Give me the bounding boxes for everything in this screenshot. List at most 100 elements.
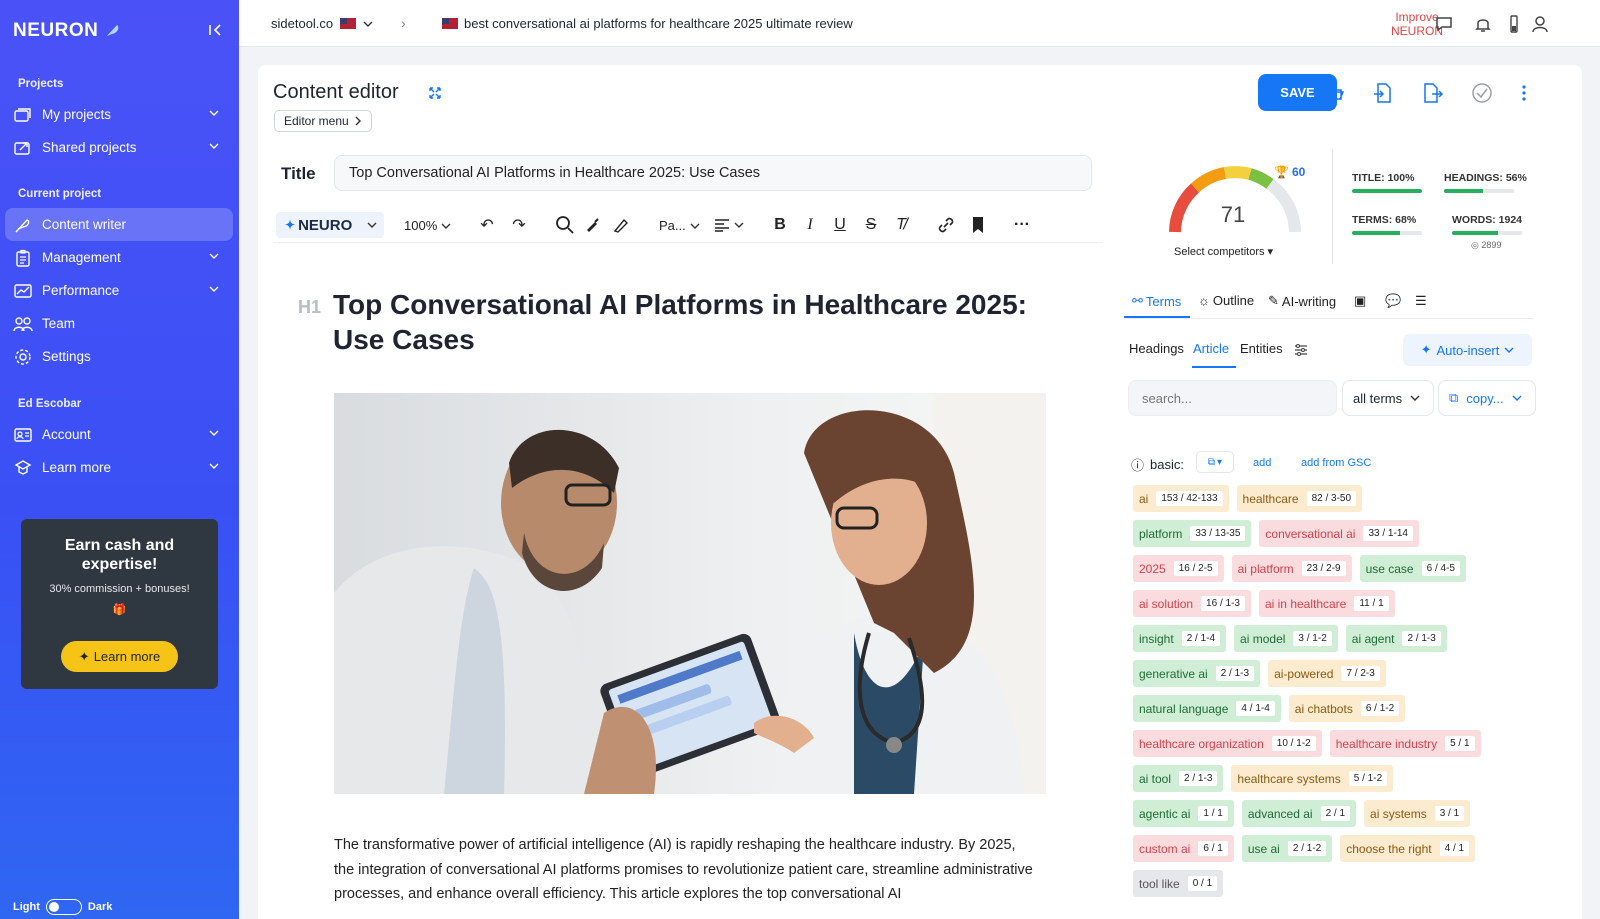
redo-icon[interactable]: ↷ <box>508 214 530 236</box>
term-chip[interactable]: ai platform 23 / 2-9 <box>1231 555 1352 582</box>
term-chip[interactable]: healthcare industry 5 / 1 <box>1329 730 1481 757</box>
auto-insert-button[interactable]: ✦ Auto-insert <box>1403 334 1532 366</box>
term-chip[interactable]: ai systems 3 / 1 <box>1364 800 1471 827</box>
import-file-icon[interactable] <box>1371 81 1395 105</box>
add-from-gsc-link[interactable]: add from GSC <box>1301 457 1371 469</box>
tab-ai-writing[interactable]: ✎ AI-writing <box>1268 293 1336 309</box>
search-icon[interactable] <box>554 214 576 236</box>
bell-icon[interactable] <box>1473 14 1493 34</box>
term-chip[interactable]: conversational ai 33 / 1-14 <box>1259 520 1419 547</box>
term-chip[interactable]: choose the right 4 / 1 <box>1340 835 1476 862</box>
term-chip[interactable]: ai model 3 / 1-2 <box>1234 625 1338 652</box>
tab-list[interactable]: ☰ <box>1415 293 1427 309</box>
check-circle-icon[interactable] <box>1470 81 1494 105</box>
open-folder-icon[interactable] <box>1321 81 1345 105</box>
add-term-link[interactable]: add <box>1253 457 1271 469</box>
term-search-input[interactable] <box>1128 380 1337 416</box>
term-chip[interactable]: ai 153 / 42-133 <box>1133 485 1229 512</box>
strikethrough-icon[interactable]: S <box>860 214 882 236</box>
collapse-sidebar-icon[interactable] <box>205 20 225 40</box>
term-chip[interactable]: ai tool 2 / 1-3 <box>1133 765 1224 792</box>
term-chip[interactable]: platform 33 / 13-35 <box>1133 520 1252 547</box>
usage-meter-icon[interactable] <box>1505 14 1525 34</box>
article-paragraph[interactable]: The transformative power of artificial i… <box>334 833 1034 907</box>
graduation-icon <box>13 458 33 478</box>
sidebar-item-my-projects[interactable]: My projects <box>5 98 233 131</box>
format-brush-icon[interactable] <box>581 214 603 236</box>
subtab-headings[interactable]: Headings <box>1129 341 1184 356</box>
term-chip[interactable]: ai agent 2 / 1-3 <box>1345 625 1447 652</box>
title-input[interactable] <box>334 155 1092 191</box>
sparkle-icon: ✦ <box>285 218 296 232</box>
undo-icon[interactable]: ↶ <box>476 214 498 236</box>
filter-sliders-icon[interactable] <box>1294 343 1308 357</box>
export-file-icon[interactable] <box>1420 81 1444 105</box>
tab-comments[interactable]: 💬 <box>1385 293 1401 309</box>
neuro-ai-button[interactable]: ✦ NEURO <box>276 212 384 238</box>
term-chip[interactable]: tool like 0 / 1 <box>1133 870 1224 897</box>
zoom-select[interactable]: 100% <box>404 218 451 233</box>
term-chip[interactable]: healthcare systems 5 / 1-2 <box>1231 765 1394 792</box>
bookmark-icon[interactable] <box>967 214 989 236</box>
highlighter-icon[interactable] <box>609 214 631 236</box>
term-chip[interactable]: ai chatbots 6 / 1-2 <box>1288 695 1406 722</box>
sidebar-item-shared-projects[interactable]: Shared projects <box>5 131 233 164</box>
term-chip[interactable]: ai solution 16 / 1-3 <box>1133 590 1251 617</box>
term-chip[interactable]: insight 2 / 1-4 <box>1133 625 1227 652</box>
paragraph-style-select[interactable]: Pa... <box>659 218 700 233</box>
sidebar-item-team[interactable]: Team <box>5 307 233 340</box>
theme-switch[interactable]: Light Dark <box>13 899 112 915</box>
sidebar-item-content-writer[interactable]: Content writer <box>5 208 233 241</box>
tab-images[interactable]: ▣ <box>1354 293 1366 309</box>
term-count: 0 / 1 <box>1187 876 1218 891</box>
term-chip[interactable]: generative ai 2 / 1-3 <box>1133 660 1261 687</box>
term-filter-select[interactable]: all terms <box>1342 380 1434 416</box>
query-breadcrumb[interactable]: best conversational ai platforms for hea… <box>442 16 853 31</box>
term-chip[interactable]: agentic ai 1 / 1 <box>1133 800 1234 827</box>
term-chip[interactable]: ai in healthcare 11 / 1 <box>1258 590 1395 617</box>
brand-logo[interactable]: NEURON <box>13 20 122 42</box>
copy-terms-select[interactable]: ⧉ copy... <box>1438 380 1536 416</box>
editor-menu-button[interactable]: Editor menu <box>274 110 372 132</box>
sidebar-item-management[interactable]: Management <box>5 241 233 274</box>
term-chip[interactable]: use ai 2 / 1-2 <box>1241 835 1333 862</box>
term-chip[interactable]: healthcare 82 / 3-50 <box>1236 485 1363 512</box>
metric-label: TITLE: 100% <box>1352 172 1415 184</box>
article-h1[interactable]: Top Conversational AI Platforms in Healt… <box>333 287 1053 357</box>
term-chip[interactable]: healthcare organization 10 / 1-2 <box>1133 730 1322 757</box>
term-chip[interactable]: ai-powered 7 / 2-3 <box>1268 660 1386 687</box>
sidebar-item-account[interactable]: Account <box>5 418 233 451</box>
tab-terms[interactable]: ⚯ Terms <box>1132 293 1181 309</box>
term-chip[interactable]: 2025 16 / 2-5 <box>1133 555 1224 582</box>
bold-icon[interactable]: B <box>769 214 791 236</box>
term-chip[interactable]: use case 6 / 4-5 <box>1359 555 1466 582</box>
term-count: 6 / 1-2 <box>1360 701 1400 716</box>
site-selector[interactable]: sidetool.co <box>271 16 373 31</box>
user-avatar-icon[interactable] <box>1530 14 1550 34</box>
term-chip[interactable]: advanced ai 2 / 1 <box>1241 800 1357 827</box>
chevron-down-icon <box>690 223 700 229</box>
term-count: 6 / 1 <box>1198 841 1228 856</box>
sidebar-item-settings[interactable]: Settings <box>5 340 233 373</box>
theme-toggle[interactable] <box>45 899 82 915</box>
italic-icon[interactable]: I <box>799 214 821 236</box>
term-chip[interactable]: custom ai 6 / 1 <box>1133 835 1234 862</box>
link-icon[interactable] <box>935 214 957 236</box>
clear-format-icon[interactable]: T̸ <box>890 214 912 236</box>
promo-learn-more-button[interactable]: ✦ Learn more <box>61 641 178 672</box>
sidebar-item-learn-more[interactable]: Learn more <box>5 451 233 484</box>
more-horizontal-icon[interactable]: ··· <box>1011 214 1033 236</box>
more-vertical-icon[interactable] <box>1512 81 1536 105</box>
term-chip[interactable]: natural language 4 / 1-4 <box>1133 695 1281 722</box>
basic-copy-button[interactable]: ⧉ ▾ <box>1196 451 1234 473</box>
underline-icon[interactable]: U <box>829 214 851 236</box>
sidebar-item-performance[interactable]: Performance <box>5 274 233 307</box>
expand-icon[interactable] <box>428 86 442 100</box>
tab-outline[interactable]: ☼ Outline <box>1198 293 1254 308</box>
select-competitors-dropdown[interactable]: Select competitors ▾ <box>1174 245 1273 258</box>
chat-icon[interactable] <box>1434 14 1454 34</box>
subtab-entities[interactable]: Entities <box>1240 341 1283 356</box>
subtab-article[interactable]: Article <box>1193 341 1229 356</box>
us-flag-icon <box>442 18 458 29</box>
align-select[interactable] <box>714 218 744 232</box>
